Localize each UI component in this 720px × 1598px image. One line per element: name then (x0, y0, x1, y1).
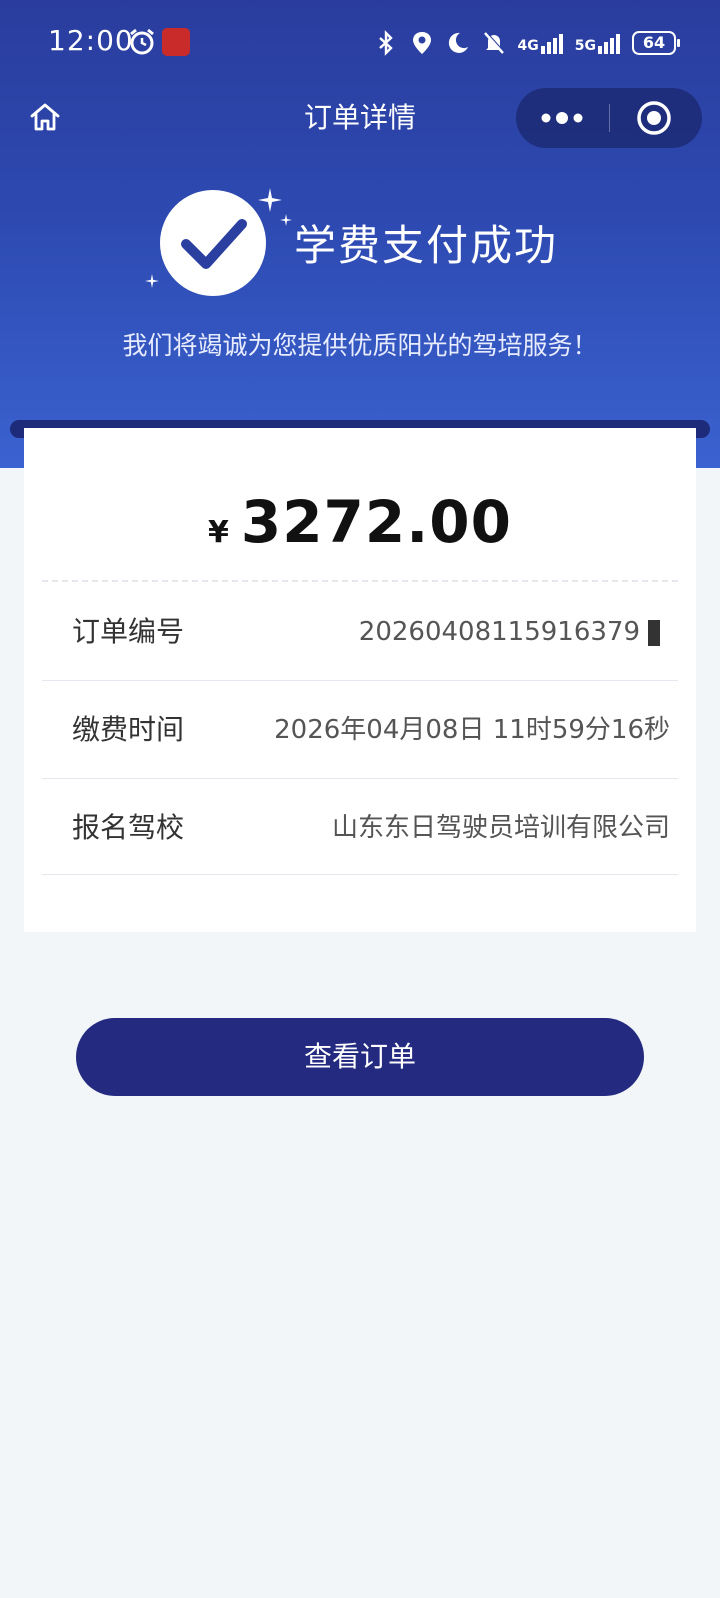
status-icons: 4G 5G 64 (374, 28, 680, 58)
driving-school-value: 山东东日驾驶员培训有限公司 (331, 813, 670, 843)
more-icon[interactable] (516, 88, 608, 148)
network-5g: 5G (575, 32, 620, 54)
sparkle-icon (258, 188, 282, 212)
amount-value: 3272.00 (240, 488, 513, 556)
view-order-button[interactable]: 查看订单 (76, 1018, 644, 1096)
redaction-mark (648, 620, 660, 646)
network-4g: 4G (518, 32, 563, 54)
payment-time-row: 缴费时间 2026年04月08日 11时59分16秒 (42, 680, 678, 779)
driving-school-row: 报名驾校 山东东日驾驶员培训有限公司 (42, 778, 678, 875)
payment-time-value: 2026年04月08日 11时59分16秒 (274, 715, 670, 745)
currency-symbol: ¥ (207, 515, 229, 550)
mini-program-capsule (516, 88, 702, 148)
driving-school-label: 报名驾校 (72, 811, 185, 844)
bluetooth-icon (378, 30, 393, 56)
success-subtitle: 我们将竭诚为您提供优质阳光的驾培服务！ (122, 331, 598, 360)
network-5g-label: 5G (574, 38, 596, 54)
moon-icon (448, 32, 468, 53)
alarm-icon (130, 28, 154, 55)
payment-amount: ¥3272.00 (24, 488, 696, 556)
battery-indicator: 64 (632, 31, 680, 55)
status-bar: 12:00 4G 5G 64 (0, 0, 720, 88)
order-number-value: 2026040811591637​9 (358, 617, 640, 647)
network-4g-label: 4G (517, 38, 539, 54)
success-title: 学费支付成功 (294, 221, 559, 270)
payment-time-label: 缴费时间 (72, 713, 185, 746)
location-icon (412, 32, 431, 54)
close-target-icon[interactable] (610, 88, 702, 148)
order-number-label: 订单编号 (72, 615, 185, 648)
order-card: ¥3272.00 订单编号 2026040811591637​9 缴费时间 20… (24, 428, 696, 932)
app-badge-icon (162, 28, 190, 56)
mute-icon (483, 31, 505, 54)
sparkle-icon (145, 274, 159, 288)
success-badge (160, 190, 266, 296)
sparkle-icon (280, 214, 292, 226)
order-number-row: 订单编号 2026040811591637​9 (42, 582, 678, 681)
check-icon (181, 219, 247, 269)
status-time: 12:00 (48, 24, 134, 57)
